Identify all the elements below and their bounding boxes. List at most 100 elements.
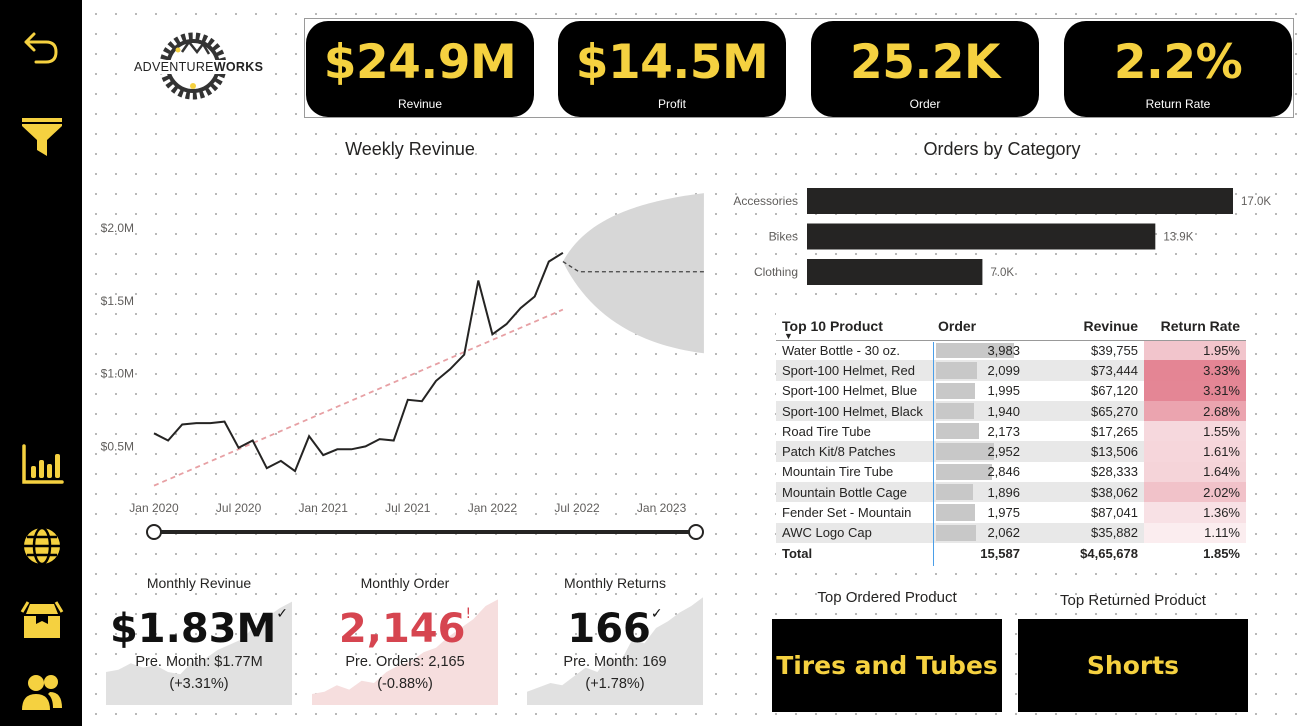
card-value: 2,146! [338,606,472,652]
product-cell: Mountain Tire Tube [782,464,894,480]
order-cell: 1,896 [932,482,1026,503]
column-header-revenue[interactable]: Revinue [1026,312,1144,341]
order-cell: 3,983 [932,340,1026,360]
category-bar[interactable] [807,223,1156,250]
column-header-order[interactable]: Order [932,312,1026,341]
table-row[interactable]: Fender Set - Mountain 1,975 $87,041 1.36% [776,502,1246,523]
return-rate-cell: 1.36% [1144,502,1246,523]
top-products-table[interactable]: Top 10 Product ▼ Order Revinue Return Rat… [776,312,1246,570]
orders-by-category-title: Orders by Category [923,139,1081,159]
filter-icon[interactable] [18,112,66,160]
category-label: Bikes [769,230,798,244]
monthly-revenue-card[interactable]: Monthly Revinue $1.83M✓ Pre. Month: $1.7… [106,570,292,705]
revenue-cell: $17,265 [1091,423,1138,439]
x-tick-label: Jan 2023 [637,501,687,515]
order-databar [936,484,974,501]
top-returned-value: Shorts [1086,651,1180,680]
orders-by-category-chart[interactable]: Accessories 17.0K Bikes 13.9K Clothing 7.0K [720,180,1290,290]
column-header-return-rate[interactable]: Return Rate [1144,312,1246,341]
y-tick-label: $2.0M [101,221,134,235]
product-cell: Sport-100 Helmet, Red [776,360,932,381]
bar-value-label: 17.0K [1241,196,1271,208]
card-change: (+3.31%) [169,676,229,692]
date-range-start-handle[interactable] [146,524,162,540]
order-cell: 1,975 [932,502,1026,522]
product-cell: Patch Kit/8 Patches [776,441,932,462]
card-previous: Pre. Month: $1.77M [135,654,263,670]
table-row[interactable]: AWC Logo Cap 2,062 $35,882 1.11% [776,522,1246,543]
table-row[interactable]: Water Bottle - 30 oz. 3,983 $39,755 1.95% [776,340,1246,361]
order-databar [936,423,979,440]
weekly-revenue-title: Weekly Revinue [345,139,475,159]
category-bar[interactable] [807,259,983,285]
table-header-row: Top 10 Product ▼ Order Revinue Return Rat… [776,312,1246,341]
monthly-returns-card[interactable]: Monthly Returns 166✓ Pre. Month: 169 (+1… [527,570,703,705]
total-label: Total [782,545,813,561]
order-cell: 2,173 [932,421,1026,441]
table-row[interactable]: Sport-100 Helmet, Blue 1,995 $67,120 3.31% [776,380,1246,401]
top-ordered-product-card[interactable]: Tires and Tubes [772,619,1002,712]
table-total-row: Total 15,587 $4,65,678 1.85% [776,543,1246,563]
total-revenue: $4,65,678 [1080,545,1138,561]
box-icon[interactable] [18,596,66,644]
table-row[interactable]: Mountain Tire Tube 2,846 $28,333 1.64% [776,461,1246,483]
category-label: Clothing [754,265,798,279]
top-ordered-title: Top Ordered Product [817,589,957,606]
order-cell: 2,099 [932,360,1026,381]
status-check-icon: ✓ [650,606,663,622]
revenue-cell: $35,882 [1026,522,1144,543]
x-tick-label: Jul 2020 [216,501,262,515]
date-range-end-handle[interactable] [688,524,704,540]
kpi-value: 25.2K [850,35,1000,90]
order-cell: 2,952 [932,441,1026,462]
order-databar [936,382,976,399]
kpi-card-order[interactable]: 25.2K Order [811,21,1039,117]
forecast-band [562,193,704,354]
bar-value-label: 13.9K [1163,232,1193,244]
product-cell: Water Bottle - 30 oz. [782,342,901,358]
revenue-cell: $38,062 [1026,482,1144,503]
kpi-card-revenue[interactable]: $24.9M Revinue [306,21,534,117]
monthly-order-card[interactable]: Monthly Order 2,146! Pre. Orders: 2,165 … [312,570,498,705]
x-tick-label: Jan 2020 [129,501,179,515]
back-arrow-icon[interactable] [18,22,66,70]
return-rate-cell: 2.02% [1144,482,1246,503]
table-row[interactable]: Patch Kit/8 Patches 2,952 $13,506 1.61% [776,441,1246,462]
kpi-value: 2.2% [1113,35,1243,90]
revenue-cell: $13,506 [1026,441,1144,462]
kpi-label: Order [909,97,941,111]
product-cell: Mountain Bottle Cage [776,482,932,503]
bar-chart-icon[interactable] [18,440,66,488]
globe-icon[interactable] [18,522,66,570]
top-returned-product-card[interactable]: Shorts [1018,619,1248,712]
card-title: Monthly Order [360,575,450,591]
card-change: (-0.88%) [377,676,433,692]
revenue-series-line [153,251,564,473]
revenue-cell: $65,270 [1026,400,1144,422]
return-rate-cell: 3.33% [1144,360,1246,381]
column-header-product[interactable]: Top 10 Product ▼ [776,312,932,341]
return-rate-cell: 1.55% [1144,421,1246,442]
weekly-revenue-chart[interactable]: $0.5M $1.0M $1.5M $2.0M Jan 2020 Jul 2020 Jan … [92,170,712,550]
table-row[interactable]: Mountain Bottle Cage 1,896 $38,062 2.02% [776,482,1246,503]
trend-line [153,308,564,487]
table-row[interactable]: Sport-100 Helmet, Black 1,940 $65,270 2.68% [776,400,1246,422]
order-databar [936,504,975,521]
kpi-card-profit[interactable]: $14.5M Profit [558,21,786,117]
return-rate-cell: 2.68% [1144,400,1246,422]
adventureworks-logo: ADVENTUREWORKS [118,24,268,108]
kpi-value: $24.9M [323,35,517,90]
table-row[interactable]: Sport-100 Helmet, Red 2,099 $73,444 3.33% [776,360,1246,381]
x-tick-label: Jan 2022 [468,501,518,515]
kpi-card-return-rate[interactable]: 2.2% Return Rate [1064,21,1292,117]
table-row[interactable]: Road Tire Tube 2,173 $17,265 1.55% [776,421,1246,442]
sort-desc-icon[interactable]: ▼ [784,331,793,341]
revenue-cell: $39,755 [1091,342,1138,358]
users-icon[interactable] [18,668,66,716]
bar-value-label: 7.0K [990,267,1014,279]
category-bar[interactable] [807,188,1233,214]
product-cell: Road Tire Tube [782,423,871,439]
kpi-label: Return Rate [1145,97,1211,111]
kpi-value: $14.5M [575,35,769,90]
revenue-cell: $87,041 [1091,505,1138,521]
